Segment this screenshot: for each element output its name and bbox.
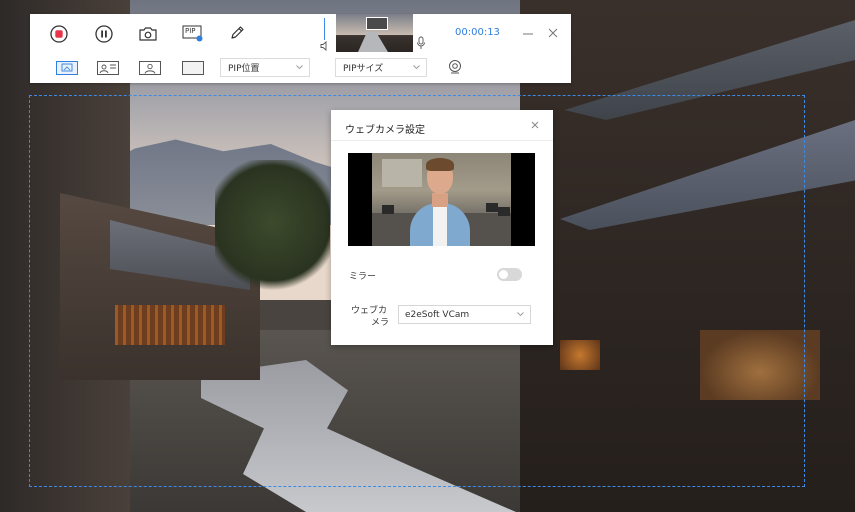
minimize-button[interactable] — [522, 28, 534, 40]
volume-level-bar[interactable] — [324, 18, 325, 40]
toggle-knob — [499, 270, 508, 279]
pip-button[interactable]: PIP — [182, 25, 204, 42]
layout-screen-only-button[interactable] — [182, 61, 204, 75]
microphone-button[interactable] — [416, 36, 426, 50]
pause-icon — [95, 25, 113, 43]
layout-side-icon — [97, 61, 119, 75]
pause-button[interactable] — [95, 25, 113, 43]
pencil-icon — [231, 26, 244, 39]
microphone-icon — [417, 36, 425, 49]
pip-position-label: PIP位置 — [228, 64, 260, 74]
record-button[interactable] — [50, 25, 68, 43]
recording-timer: 00:00:13 — [455, 27, 500, 38]
layout-camera-only-button[interactable] — [139, 61, 161, 75]
chevron-down-icon — [296, 65, 303, 70]
pip-position-dropdown[interactable]: PIP位置 — [220, 58, 310, 77]
close-icon — [531, 121, 539, 129]
recorder-toolbar: PIP 00:00:13 PIP位置 PIPサイズ — [30, 14, 571, 83]
close-button[interactable] — [547, 27, 559, 39]
webcam-device-select[interactable]: e2eSoft VCam — [398, 305, 531, 324]
webcam-settings-dialog: ウェブカメラ設定 ミラー ウェブカ メラ e2eSoft VCam — [331, 110, 553, 345]
camera-icon — [139, 27, 157, 41]
layout-camera-icon — [139, 61, 161, 75]
webcam-icon — [449, 60, 461, 74]
chevron-down-icon — [413, 65, 420, 70]
dialog-close-button[interactable] — [529, 119, 541, 131]
close-icon — [548, 28, 558, 38]
record-icon — [50, 25, 68, 43]
webcam-preview — [348, 153, 535, 246]
mirror-label: ミラー — [349, 272, 377, 282]
screen-preview-thumbnail — [336, 14, 413, 52]
pip-button-label: PIP — [185, 27, 196, 35]
webcam-device-value: e2eSoft VCam — [405, 309, 470, 320]
toolbar-pip-row: PIP位置 PIPサイズ — [30, 58, 571, 83]
mirror-toggle[interactable] — [497, 268, 522, 281]
pip-size-label: PIPサイズ — [343, 64, 384, 74]
screenshot-button[interactable] — [138, 26, 158, 42]
webcam-settings-button[interactable] — [447, 59, 463, 75]
minimize-icon — [523, 33, 533, 35]
layout-side-button[interactable] — [97, 61, 119, 75]
pip-webcam-thumb — [366, 17, 388, 30]
speaker-button[interactable] — [320, 41, 330, 51]
toolbar-main-row: PIP 00:00:13 — [30, 14, 571, 54]
dialog-title: ウェブカメラ設定 — [345, 125, 425, 136]
layout-pip-button[interactable] — [56, 61, 78, 75]
layout-screen-icon — [56, 61, 78, 75]
speaker-icon — [320, 41, 327, 51]
chevron-down-icon — [517, 312, 524, 317]
webcam-label-line2: メラ — [371, 318, 390, 328]
dialog-divider — [331, 140, 553, 141]
layout-blank-icon — [182, 61, 204, 75]
annotate-button[interactable] — [229, 25, 245, 41]
pip-size-dropdown[interactable]: PIPサイズ — [335, 58, 427, 77]
